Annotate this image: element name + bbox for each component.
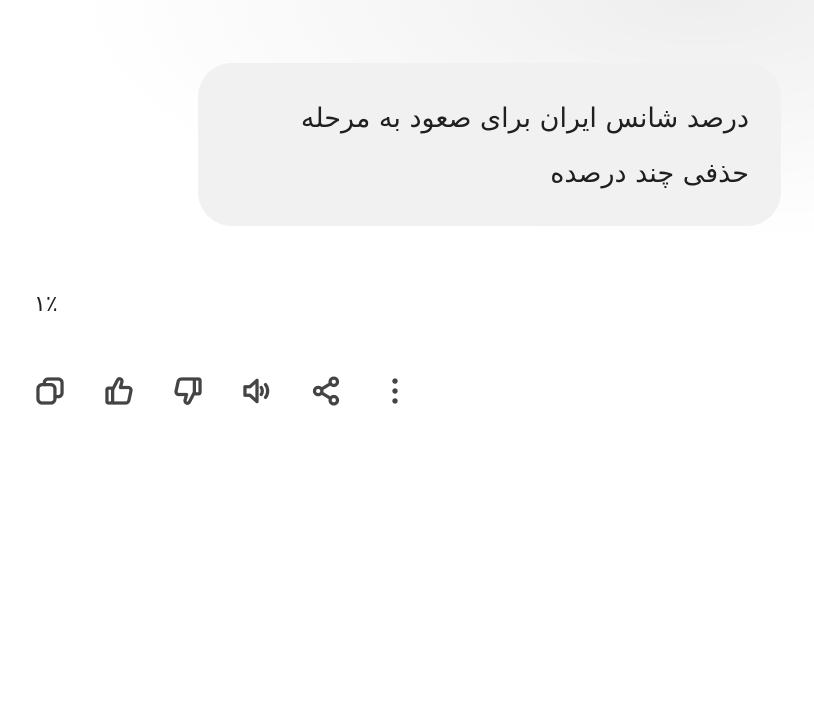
more-options-button[interactable] (373, 369, 417, 413)
thumbs-up-icon (105, 377, 133, 405)
share-icon (312, 376, 340, 406)
user-message-bubble: درصد شانس ایران برای صعود به مرحله حذفی … (198, 63, 781, 226)
dislike-button[interactable] (166, 369, 210, 413)
assistant-response: ۱٪ (34, 292, 58, 317)
more-vertical-icon (392, 378, 398, 404)
response-action-bar (28, 369, 442, 413)
copy-icon (36, 377, 64, 405)
copy-button[interactable] (28, 369, 72, 413)
like-button[interactable] (97, 369, 141, 413)
thumbs-down-icon (174, 377, 202, 405)
user-message-line-1: درصد شانس ایران برای صعود به مرحله (300, 103, 749, 134)
speaker-icon (243, 378, 270, 404)
share-button[interactable] (304, 369, 348, 413)
read-aloud-button[interactable] (235, 369, 279, 413)
user-message-line-2: حذفی چند درصده (550, 158, 749, 189)
